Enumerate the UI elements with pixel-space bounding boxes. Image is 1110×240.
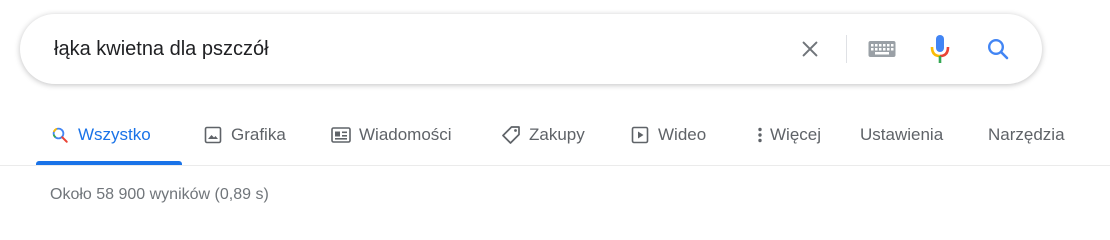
tab-label: Grafika	[231, 125, 286, 144]
more-vert-icon	[756, 125, 764, 145]
tab-label: Więcej	[770, 125, 822, 144]
divider	[846, 35, 847, 63]
search-tabs: Wszystko Grafika Wiadomości Zakupy Wideo…	[0, 105, 1110, 165]
play-icon	[630, 125, 650, 145]
tab-video[interactable]: Wideo	[630, 105, 706, 165]
tab-news[interactable]: Wiadomości	[331, 105, 452, 165]
close-icon[interactable]	[790, 14, 830, 84]
tab-more[interactable]: Więcej	[756, 105, 821, 165]
tab-label: Narzędzia	[988, 125, 1065, 144]
divider	[0, 165, 1110, 166]
news-icon	[331, 125, 351, 145]
search-icon	[50, 125, 70, 145]
keyboard-icon[interactable]	[862, 14, 902, 84]
microphone-icon[interactable]	[920, 14, 960, 84]
search-bar[interactable]: łąka kwietna dla pszczół	[20, 14, 1042, 84]
image-icon	[203, 125, 223, 145]
tab-images[interactable]: Grafika	[203, 105, 286, 165]
tab-label: Wszystko	[78, 125, 151, 144]
tab-label: Wideo	[658, 125, 707, 144]
tab-shopping[interactable]: Zakupy	[501, 105, 585, 165]
tab-label: Ustawienia	[860, 125, 944, 144]
result-stats: Około 58 900 wyników (0,89 s)	[50, 186, 269, 203]
tab-settings[interactable]: Ustawienia	[860, 105, 943, 165]
search-icon[interactable]	[976, 14, 1020, 84]
tab-label: Wiadomości	[359, 125, 452, 144]
tab-tools[interactable]: Narzędzia	[988, 105, 1065, 165]
tag-icon	[501, 125, 521, 145]
search-input[interactable]: łąka kwietna dla pszczół	[54, 14, 269, 84]
tab-all[interactable]: Wszystko	[50, 105, 151, 165]
tab-label: Zakupy	[529, 125, 585, 144]
